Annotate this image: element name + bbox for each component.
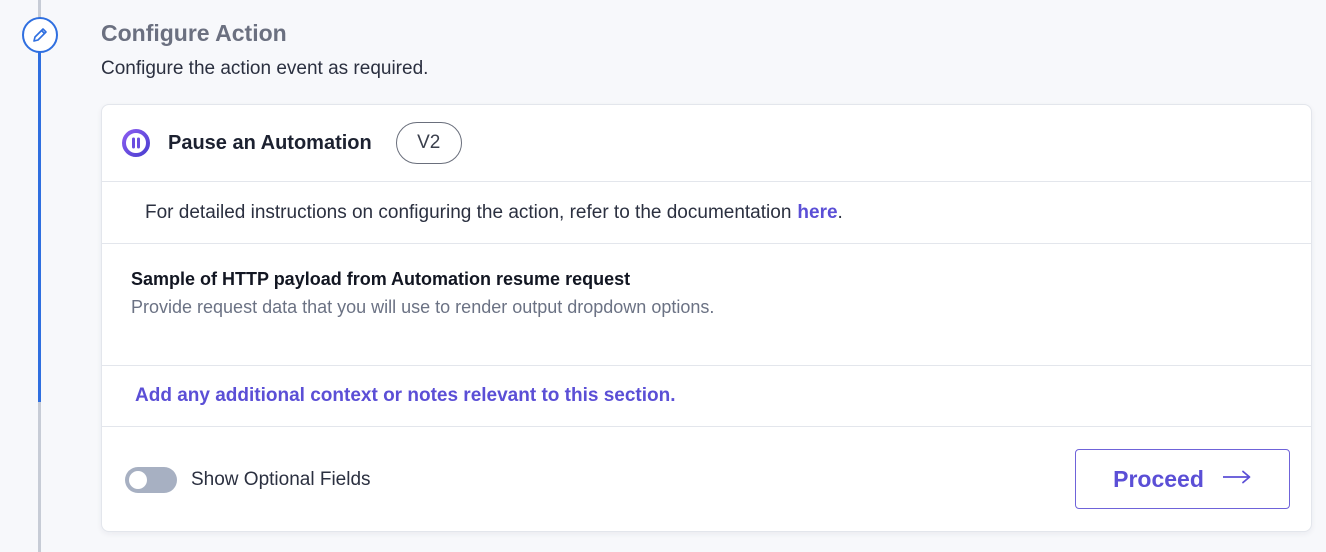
- page: Configure Action Configure the action ev…: [0, 0, 1326, 552]
- pause-circle-icon: [121, 128, 151, 158]
- payload-field-label: Sample of HTTP payload from Automation r…: [131, 269, 631, 289]
- payload-field-description: Provide request data that you will use t…: [131, 297, 715, 317]
- action-card: Pause an Automation V2 For detailed inst…: [101, 104, 1312, 532]
- action-name: Pause an Automation: [168, 131, 372, 154]
- timeline-rail-rest: [38, 402, 41, 552]
- arrow-right-icon: [1222, 470, 1252, 489]
- pencil-icon: [22, 17, 58, 53]
- add-notes-link[interactable]: Add any additional context or notes rele…: [102, 366, 1311, 427]
- timeline-rail-active: [38, 52, 41, 402]
- proceed-button[interactable]: Proceed: [1075, 449, 1290, 509]
- card-footer: Show Optional Fields Proceed: [102, 427, 1311, 531]
- optional-fields-label: Show Optional Fields: [191, 469, 371, 490]
- version-badge[interactable]: V2: [395, 122, 462, 164]
- documentation-link[interactable]: here: [797, 202, 837, 224]
- documentation-note: For detailed instructions on configuring…: [102, 182, 1311, 244]
- page-title: Configure Action: [101, 20, 287, 46]
- action-header: Pause an Automation V2: [102, 105, 1311, 182]
- toggle-knob: [129, 471, 147, 489]
- documentation-text: For detailed instructions on configuring…: [145, 201, 792, 223]
- documentation-trailing: .: [837, 201, 843, 223]
- optional-fields-toggle[interactable]: [125, 467, 177, 493]
- page-subtitle: Configure the action event as required.: [101, 58, 429, 79]
- payload-field: Sample of HTTP payload from Automation r…: [102, 244, 1311, 366]
- timeline-rail-top: [38, 0, 41, 18]
- proceed-label: Proceed: [1113, 465, 1204, 492]
